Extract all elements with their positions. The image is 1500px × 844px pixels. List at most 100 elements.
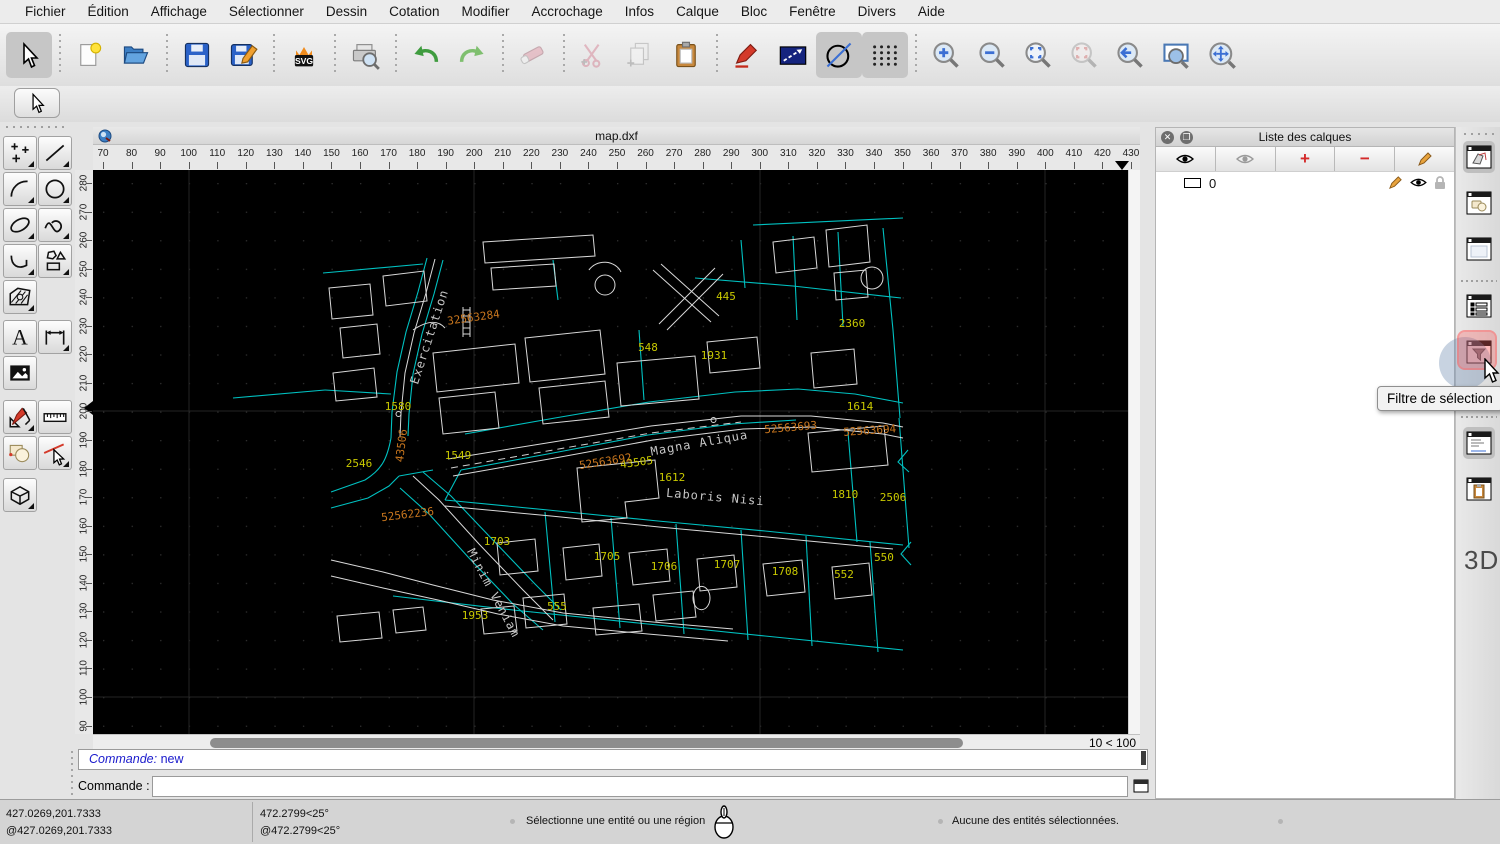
menu-item-modifier[interactable]: Modifier	[450, 4, 520, 19]
circle-tool-button[interactable]	[38, 172, 72, 206]
menu-item-fenetre[interactable]: Fenêtre	[778, 4, 847, 19]
toolbar-separator	[1461, 415, 1497, 419]
draw-order-button[interactable]	[724, 32, 770, 78]
modify-tool-button[interactable]	[3, 400, 37, 434]
zoom-pan-button[interactable]	[1199, 32, 1245, 78]
drawing-window-titlebar[interactable]: map.dxf	[93, 127, 1140, 145]
save-button[interactable]	[174, 32, 220, 78]
spline-tool-button[interactable]	[38, 208, 72, 242]
ruler-tick	[902, 162, 904, 169]
zoom-in-button[interactable]	[923, 32, 969, 78]
points-tool-button[interactable]	[3, 136, 37, 170]
save-as-button[interactable]	[220, 32, 266, 78]
zoom-auto-button[interactable]	[1015, 32, 1061, 78]
menu-item-affichage[interactable]: Affichage	[140, 4, 218, 19]
svg-export-button[interactable]: SVG	[281, 32, 327, 78]
command-history-scrollbar[interactable]	[1141, 751, 1146, 765]
grid-dots	[93, 170, 1128, 734]
hide-all-layers-button[interactable]	[1215, 147, 1276, 171]
block-list-toggle[interactable]	[1463, 187, 1495, 219]
menu-item-accrochage[interactable]: Accrochage	[520, 4, 613, 19]
menu-item-aide[interactable]: Aide	[907, 4, 956, 19]
library-browser-toggle[interactable]	[1463, 141, 1495, 173]
status-bar: 427.0269,201.7333 @427.0269,201.7333 472…	[0, 799, 1500, 844]
image-tool-button[interactable]	[3, 356, 37, 390]
arc-tool-button[interactable]	[3, 172, 37, 206]
layer-list-toggle[interactable]	[1463, 290, 1495, 322]
ruler-number: 130	[265, 148, 283, 159]
3d-workspace-label[interactable]: 3D	[1464, 545, 1499, 576]
zoom-selection-button[interactable]	[1061, 32, 1107, 78]
command-input[interactable]	[152, 775, 1128, 797]
menu-item-selectionner[interactable]: Sélectionner	[218, 4, 315, 19]
ruler-tick	[86, 268, 92, 270]
text-tool-button[interactable]: A	[3, 320, 37, 354]
command-window-button[interactable]	[1130, 776, 1152, 797]
horizontal-scrollbar-thumb[interactable]	[210, 738, 963, 748]
drawing-canvas[interactable]: 445 2360 548 1931 1614 1580 2546 1549 43505 1612 1…	[93, 170, 1140, 734]
measure-tool-button[interactable]	[38, 400, 72, 434]
save-icon	[184, 42, 210, 68]
command-widget-toggle[interactable]	[1463, 233, 1495, 265]
remove-layer-button[interactable]: −	[1335, 147, 1396, 171]
hatch-tool-button[interactable]	[3, 280, 37, 314]
ruler-number: 350	[894, 148, 911, 159]
zoom-previous-button[interactable]	[1107, 32, 1153, 78]
polygon-tool-button[interactable]	[38, 244, 72, 278]
select-pointer-button[interactable]	[6, 32, 52, 78]
menu-item-infos[interactable]: Infos	[614, 4, 665, 19]
menu-item-bloc[interactable]: Bloc	[730, 4, 778, 19]
vertical-scrollbar[interactable]	[1128, 170, 1140, 734]
dock-handle[interactable]	[6, 124, 68, 130]
grid-toggle-button[interactable]	[862, 32, 908, 78]
zoom-window-button[interactable]	[1153, 32, 1199, 78]
close-icon[interactable]: ✕	[1161, 131, 1174, 144]
copy-button[interactable]	[617, 32, 663, 78]
layer-row[interactable]: 0	[1156, 172, 1454, 194]
dock-handle[interactable]	[1464, 131, 1494, 136]
menu-item-dessin[interactable]: Dessin	[315, 4, 378, 19]
ellipse-tool-button[interactable]	[3, 208, 37, 242]
ruler-number: 380	[979, 148, 997, 159]
open-folder-icon	[123, 46, 149, 64]
menu-item-fichier[interactable]: Fichier	[14, 4, 77, 19]
construction-mode-button[interactable]	[816, 32, 862, 78]
drafting-rect-button[interactable]	[770, 32, 816, 78]
3d-tool-button[interactable]	[3, 478, 37, 512]
dimension-tool-button[interactable]	[38, 320, 72, 354]
new-file-button[interactable]	[67, 32, 113, 78]
edit-layer-button[interactable]	[1395, 147, 1454, 171]
redo-button[interactable]	[449, 32, 495, 78]
active-tool-button[interactable]	[14, 88, 60, 118]
map-parcel-label: 1931	[701, 349, 728, 362]
command-history[interactable]: Commande: new	[78, 749, 1148, 770]
menu-item-calque[interactable]: Calque	[665, 4, 730, 19]
select-entity-button[interactable]	[38, 436, 72, 470]
zoom-out-button[interactable]	[969, 32, 1015, 78]
paste-button[interactable]	[663, 32, 709, 78]
line-tool-button[interactable]	[38, 136, 72, 170]
command-history-toggle[interactable]	[1463, 427, 1495, 459]
pointer-icon	[23, 41, 39, 69]
undo-button[interactable]	[403, 32, 449, 78]
layer-list-panel: ✕ ❐ Liste des calques + − 0	[1155, 127, 1455, 799]
ruler-tick	[86, 468, 92, 470]
print-preview-button[interactable]	[342, 32, 388, 78]
delete-button[interactable]	[510, 32, 556, 78]
modify-shapes-button[interactable]	[3, 436, 37, 470]
show-all-layers-button[interactable]	[1156, 147, 1216, 171]
polyline-tool-button[interactable]	[3, 244, 37, 278]
menu-item-cotation[interactable]: Cotation	[378, 4, 450, 19]
layer-lock-icon[interactable]	[1434, 175, 1446, 190]
layer-edit-pencil-icon[interactable]	[1388, 175, 1403, 190]
cut-button[interactable]	[571, 32, 617, 78]
open-file-button[interactable]	[113, 32, 159, 78]
float-panel-icon[interactable]: ❐	[1180, 131, 1193, 144]
command-dock-handle[interactable]	[68, 751, 76, 797]
clipboard-panel-toggle[interactable]	[1463, 473, 1495, 505]
menu-item-divers[interactable]: Divers	[847, 4, 907, 19]
layer-visible-eye-icon[interactable]	[1410, 177, 1427, 188]
add-layer-button[interactable]: +	[1275, 147, 1336, 171]
menu-item-edition[interactable]: Édition	[77, 4, 140, 19]
ruler-tick	[86, 211, 92, 213]
